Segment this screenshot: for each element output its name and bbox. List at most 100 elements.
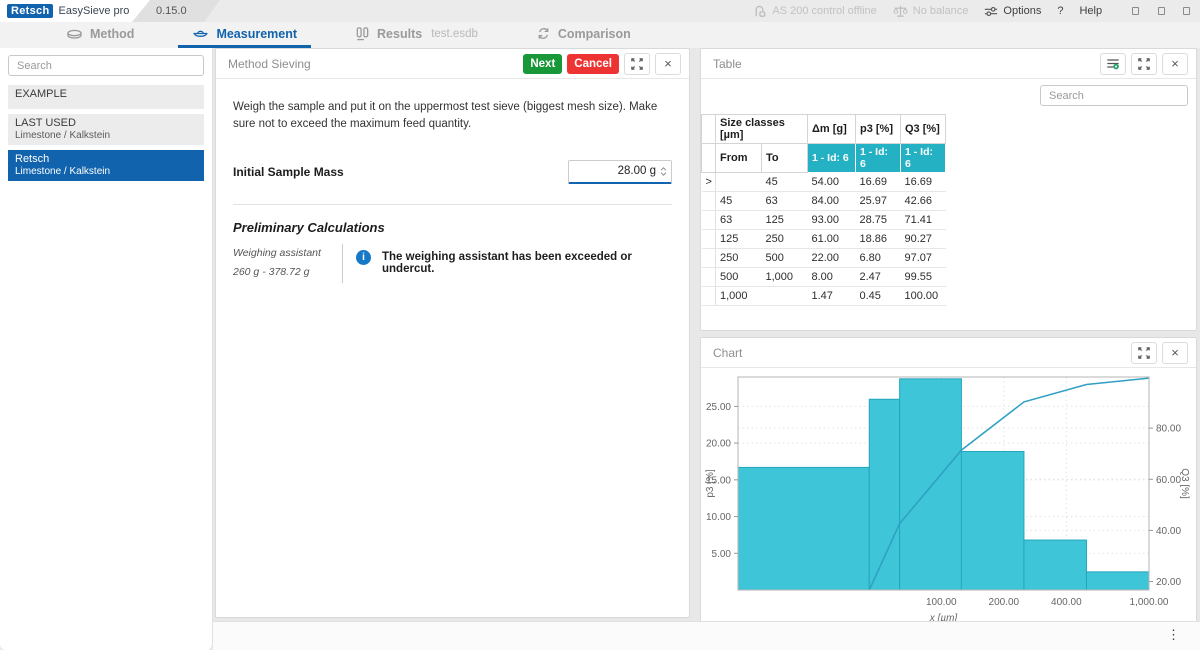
window-close-button[interactable] — [1183, 7, 1190, 15]
results-columns-icon — [355, 26, 370, 41]
section-divider — [233, 204, 672, 205]
preliminary-calculations-title: Preliminary Calculations — [233, 220, 672, 235]
tab-results-label: Results — [377, 27, 422, 41]
close-icon: × — [1171, 345, 1179, 360]
options-label: Options — [1003, 5, 1041, 17]
cell-filler — [946, 192, 1196, 211]
options-button[interactable]: Options — [984, 5, 1041, 18]
chart-panel: Chart × 5.0010.0015.0020.0025.0020.0040.… — [700, 337, 1197, 628]
chevron-down-icon — [660, 172, 667, 176]
initial-sample-mass-input[interactable]: 28.00 g — [568, 160, 672, 184]
series-id-p3[interactable]: 1 - Id: 6 — [856, 144, 901, 173]
cell-filler — [946, 211, 1196, 230]
tab-method-label: Method — [90, 27, 134, 41]
tab-measurement[interactable]: Measurement — [178, 22, 311, 48]
cell-to: 63 — [762, 192, 808, 211]
method-list: EXAMPLE LAST USEDLimestone / Kalkstein Ret… — [8, 85, 204, 181]
cancel-button[interactable]: Cancel — [567, 54, 619, 74]
chart-close-button[interactable]: × — [1162, 342, 1188, 364]
cell-p3: 18.86 — [856, 230, 901, 249]
table-row[interactable]: >4554.0016.6916.69 — [702, 173, 1196, 192]
svg-text:20.00: 20.00 — [1156, 577, 1181, 588]
cell-p3: 6.80 — [856, 249, 901, 268]
svg-text:100.00: 100.00 — [926, 597, 957, 608]
table-fullscreen-button[interactable] — [1131, 53, 1157, 75]
mass-value: 28.00 g — [618, 165, 656, 177]
svg-text:Q3 [%]: Q3 [%] — [1179, 468, 1190, 499]
cell-to: 250 — [762, 230, 808, 249]
cell-dm: 22.00 — [808, 249, 856, 268]
comparison-arrows-icon — [536, 26, 551, 41]
method-sieving-panel: Method Sieving Next Cancel × Weigh the s… — [215, 48, 690, 618]
table-settings-button[interactable] — [1100, 53, 1126, 75]
from-header: From — [716, 144, 762, 173]
cell-marker: > — [702, 173, 716, 192]
cell-to: 45 — [762, 173, 808, 192]
tab-results[interactable]: Results test.esdb — [341, 22, 492, 48]
tab-comparison[interactable]: Comparison — [522, 22, 645, 48]
question-label: ? — [1057, 5, 1063, 17]
overflow-menu-button[interactable]: ⋮ — [1163, 627, 1184, 643]
sidebar-item-last-used[interactable]: LAST USEDLimestone / Kalkstein — [8, 114, 204, 145]
cell-from: 500 — [716, 268, 762, 287]
table-row[interactable]: 25050022.006.8097.07 — [702, 249, 1196, 268]
table-row[interactable]: 1,0001.470.45100.00 — [702, 287, 1196, 306]
series-id-dm[interactable]: 1 - Id: 6 — [808, 144, 856, 173]
close-panel-button[interactable]: × — [655, 53, 681, 75]
cell-dm: 84.00 — [808, 192, 856, 211]
device-status[interactable]: AS 200 control offline — [752, 4, 876, 19]
cell-to: 500 — [762, 249, 808, 268]
cell-filler — [946, 287, 1196, 306]
info-icon: i — [356, 250, 371, 265]
particle-size-chart[interactable]: 5.0010.0015.0020.0025.0020.0040.0060.008… — [701, 368, 1196, 627]
cell-q3: 42.66 — [901, 192, 946, 211]
item-title: EXAMPLE — [15, 88, 197, 100]
series-id-q3[interactable]: 1 - Id: 6 — [901, 144, 946, 173]
cell-from: 1,000 — [716, 287, 762, 306]
table-panel-title: Table — [713, 57, 742, 71]
cell-marker — [702, 287, 716, 306]
cell-from: 125 — [716, 230, 762, 249]
sidebar-search-input[interactable] — [8, 55, 204, 76]
q3-header: Q3 [%] — [901, 115, 946, 144]
fullscreen-button[interactable] — [624, 53, 650, 75]
item-subtitle: Limestone / Kalkstein — [15, 130, 197, 141]
sidebar-item-retsch[interactable]: RetschLimestone / Kalkstein — [8, 150, 204, 181]
table-search-input[interactable] — [1040, 85, 1188, 106]
top-bar: 0.15.0 Retsch EasySieve pro AS 200 contr… — [0, 0, 1200, 22]
cell-p3: 0.45 — [856, 287, 901, 306]
mass-stepper[interactable] — [660, 167, 667, 176]
svg-text:20.00: 20.00 — [706, 439, 731, 450]
table-row[interactable]: 5001,0008.002.4799.55 — [702, 268, 1196, 287]
tab-measurement-label: Measurement — [216, 27, 297, 41]
chart-panel-title: Chart — [713, 346, 742, 360]
close-icon: × — [664, 56, 672, 71]
app-version: 0.15.0 — [156, 5, 187, 17]
cell-dm: 54.00 — [808, 173, 856, 192]
sidebar-item-example[interactable]: EXAMPLE — [8, 85, 204, 109]
table-settings-icon — [1106, 57, 1120, 70]
question-button[interactable]: ? — [1057, 5, 1063, 17]
table-close-button[interactable]: × — [1162, 53, 1188, 75]
help-button[interactable]: Help — [1079, 5, 1102, 17]
gutter-header — [702, 115, 716, 144]
item-subtitle: Limestone / Kalkstein — [15, 166, 197, 177]
svg-text:25.00: 25.00 — [706, 402, 731, 413]
table-row[interactable]: 456384.0025.9742.66 — [702, 192, 1196, 211]
chart-fullscreen-button[interactable] — [1131, 342, 1157, 364]
balance-status[interactable]: No balance — [893, 4, 969, 18]
next-button[interactable]: Next — [523, 54, 562, 74]
close-icon: × — [1171, 56, 1179, 71]
cell-q3: 100.00 — [901, 287, 946, 306]
cell-from: 45 — [716, 192, 762, 211]
results-table: Size classes [µm] Δm [g] p3 [%] Q3 [%] F… — [701, 114, 1196, 306]
main-nav: Method Measurement Results test.esdb Com… — [0, 22, 1200, 48]
table-row[interactable]: 12525061.0018.8690.27 — [702, 230, 1196, 249]
table-row[interactable]: 6312593.0028.7571.41 — [702, 211, 1196, 230]
window-maximize-button[interactable] — [1158, 7, 1165, 15]
fullscreen-icon — [631, 58, 643, 70]
window-minimize-button[interactable] — [1132, 7, 1139, 15]
tab-method[interactable]: Method — [52, 22, 148, 48]
item-title: Retsch — [15, 153, 197, 165]
app-name: EasySieve pro — [58, 5, 129, 17]
